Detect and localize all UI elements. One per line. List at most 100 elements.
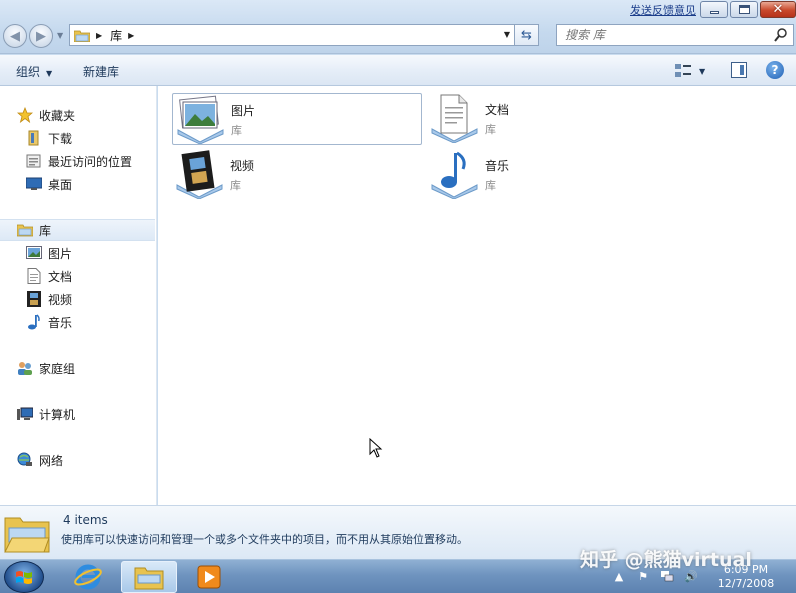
- sidebar-item-label: 音乐: [48, 315, 73, 330]
- sidebar-item-music[interactable]: 音乐: [0, 311, 155, 333]
- library-description: 使用库可以快速访问和管理一个或多个文件夹中的项目，而不用从其原始位置移动。: [61, 533, 468, 546]
- windows-logo-icon: [16, 571, 32, 584]
- libraries-icon: [17, 222, 33, 238]
- sidebar-item-label: 计算机: [39, 407, 76, 422]
- view-options-icon: [675, 64, 691, 77]
- sidebar-item-documents[interactable]: 文档: [0, 265, 155, 287]
- navigation-pane: 收藏夹 下载 最近访问的位置 桌面 库 图片 文档 视频 音乐 家庭组 计算机 …: [0, 86, 157, 505]
- command-bar: 组织 ▼ 新建库 ▼ ?: [0, 55, 796, 86]
- sidebar-item-label: 库: [39, 223, 52, 238]
- forward-button[interactable]: ▶: [29, 24, 53, 48]
- library-folder-large-icon: [4, 517, 50, 553]
- tile-name: 音乐: [485, 159, 510, 173]
- forward-arrow-icon: ▶: [36, 28, 46, 44]
- address-history-dropdown[interactable]: ▼: [504, 30, 510, 39]
- breadcrumb-libraries[interactable]: 库: [110, 27, 122, 44]
- sidebar-item-label: 视频: [48, 292, 73, 307]
- sidebar-item-label: 家庭组: [39, 361, 76, 376]
- media-player-icon: [197, 565, 221, 589]
- taskbar-media-player[interactable]: [181, 561, 237, 593]
- sidebar-item-desktop[interactable]: 桌面: [0, 173, 155, 195]
- back-arrow-icon: ◀: [10, 28, 20, 44]
- tile-name: 文档: [485, 103, 510, 117]
- clock-date: 12/7/2008: [717, 577, 775, 590]
- homegroup-icon: [17, 360, 33, 376]
- sidebar-item-pictures[interactable]: 图片: [0, 242, 155, 264]
- recent-pages-dropdown[interactable]: ▼: [57, 31, 63, 40]
- help-button[interactable]: ?: [766, 61, 784, 79]
- refresh-button[interactable]: ⇆: [515, 24, 539, 46]
- search-icon[interactable]: [774, 27, 788, 43]
- documents-library-icon: [431, 94, 478, 143]
- videos-library-icon: [176, 150, 223, 199]
- sidebar-item-label: 网络: [39, 453, 64, 468]
- maximize-icon: [738, 5, 750, 14]
- maximize-button[interactable]: [730, 1, 758, 18]
- sidebar-item-label: 图片: [48, 246, 73, 261]
- back-button[interactable]: ◀: [3, 24, 27, 48]
- preview-pane-button[interactable]: [731, 62, 747, 78]
- tile-type: 库: [230, 179, 241, 192]
- windows-explorer-icon: [134, 567, 164, 590]
- close-icon: ✕: [772, 2, 784, 17]
- mouse-cursor-icon: [369, 438, 383, 458]
- downloads-icon: [26, 130, 42, 146]
- zhihu-watermark: 知乎 @熊猫virtual: [580, 549, 752, 571]
- sidebar-item-libraries[interactable]: 库: [0, 219, 155, 241]
- library-folder-icon: [74, 30, 90, 42]
- sidebar-item-recent-places[interactable]: 最近访问的位置: [0, 150, 155, 172]
- recent-places-icon: [26, 153, 42, 169]
- taskbar-internet-explorer[interactable]: [60, 561, 116, 593]
- help-icon: ?: [771, 63, 779, 77]
- search-input[interactable]: [565, 26, 765, 44]
- sidebar-item-videos[interactable]: 视频: [0, 288, 155, 310]
- address-bar[interactable]: ▶ 库 ▶ ▼: [69, 24, 515, 46]
- send-feedback-link[interactable]: 发送反馈意见: [630, 2, 696, 18]
- item-count: 4 items: [63, 513, 108, 527]
- sidebar-item-downloads[interactable]: 下载: [0, 127, 155, 149]
- organize-label: 组织: [16, 65, 41, 79]
- sidebar-item-network[interactable]: 网络: [0, 449, 155, 471]
- sidebar-item-label: 下载: [48, 131, 73, 146]
- music-library-icon: [431, 151, 478, 199]
- sidebar-item-homegroup[interactable]: 家庭组: [0, 357, 155, 379]
- file-list[interactable]: 图片 库 文档 库 视频 库 音乐 库: [158, 86, 796, 505]
- sidebar-item-label: 收藏夹: [39, 108, 76, 123]
- title-bar: 发送反馈意见 ✕ ◀ ▶ ▼ ▶ 库 ▶ ▼ ⇆: [0, 0, 796, 54]
- library-tile-documents[interactable]: 文档 库: [427, 93, 677, 145]
- organize-button[interactable]: 组织 ▼: [16, 63, 52, 80]
- sidebar-item-label: 最近访问的位置: [48, 154, 133, 169]
- breadcrumb-root-arrow[interactable]: ▶: [96, 31, 102, 40]
- pictures-library-icon: [177, 95, 224, 144]
- computer-icon: [17, 406, 33, 422]
- sidebar-item-favorites[interactable]: 收藏夹: [0, 104, 155, 126]
- search-box[interactable]: [556, 24, 794, 46]
- breadcrumb-arrow[interactable]: ▶: [128, 31, 134, 40]
- change-view-button[interactable]: ▼: [675, 62, 715, 80]
- pictures-icon: [26, 245, 42, 261]
- videos-icon: [26, 291, 42, 307]
- new-library-button[interactable]: 新建库: [83, 63, 119, 80]
- internet-explorer-icon: [74, 564, 102, 590]
- minimize-icon: [709, 11, 719, 14]
- chevron-down-icon: ▼: [699, 66, 706, 76]
- minimize-button[interactable]: [700, 1, 728, 18]
- sidebar-item-computer[interactable]: 计算机: [0, 403, 155, 425]
- refresh-icon: ⇆: [521, 27, 532, 43]
- library-tile-music[interactable]: 音乐 库: [427, 149, 677, 201]
- desktop-icon: [26, 176, 42, 192]
- tile-type: 库: [231, 124, 242, 137]
- start-button[interactable]: [4, 561, 44, 593]
- tile-name: 视频: [230, 159, 255, 173]
- close-button[interactable]: ✕: [760, 1, 796, 18]
- star-icon: [17, 107, 33, 123]
- documents-icon: [26, 268, 42, 284]
- tile-type: 库: [485, 179, 496, 192]
- music-icon: [26, 314, 42, 330]
- library-tile-videos[interactable]: 视频 库: [172, 149, 422, 201]
- taskbar-windows-explorer[interactable]: [121, 561, 177, 593]
- tile-type: 库: [485, 123, 496, 136]
- tile-name: 图片: [231, 104, 256, 118]
- chevron-down-icon: ▼: [46, 69, 53, 78]
- library-tile-pictures[interactable]: 图片 库: [172, 93, 422, 145]
